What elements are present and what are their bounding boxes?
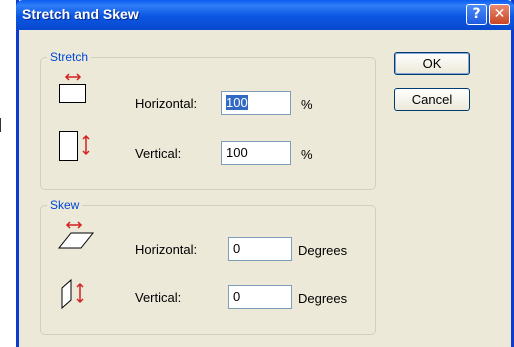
- help-icon: ?: [472, 6, 481, 22]
- stretch-vertical-icon: [59, 131, 90, 161]
- stretch-horizontal-unit: %: [301, 97, 313, 112]
- stretch-group: Stretch Horizontal: 100 % Vertical: 100: [40, 50, 376, 190]
- stretch-skew-dialog: Stretch and Skew ? ✕ Stretch Horizontal:…: [16, 0, 514, 347]
- stretch-vertical-label: Vertical:: [135, 146, 182, 161]
- dialog-client-area: Stretch Horizontal: 100 % Vertical: 100: [19, 30, 511, 347]
- title-bar[interactable]: Stretch and Skew ? ✕: [16, 0, 514, 30]
- skew-horizontal-label: Horizontal:: [135, 242, 198, 257]
- stretch-vertical-unit: %: [301, 147, 313, 162]
- stretch-horizontal-value: 100: [226, 95, 248, 110]
- stretch-vertical-input[interactable]: 100: [221, 141, 291, 165]
- dialog-title: Stretch and Skew: [22, 6, 139, 22]
- stretch-horizontal-icon: [59, 73, 86, 103]
- skew-horizontal-icon: [57, 221, 95, 249]
- stretch-vertical-value: 100: [226, 145, 248, 160]
- skew-vertical-unit: Degrees: [298, 291, 348, 306]
- background-window-edge: [0, 0, 14, 347]
- stretch-horizontal-input[interactable]: 100: [221, 91, 291, 115]
- cancel-button[interactable]: Cancel: [394, 88, 470, 111]
- skew-vertical-icon: [61, 278, 84, 310]
- skew-horizontal-unit: Degrees: [298, 243, 348, 258]
- background-bracket: [0, 118, 5, 132]
- skew-vertical-label: Vertical:: [135, 290, 182, 305]
- skew-group-label: Skew: [47, 198, 83, 212]
- close-icon: ✕: [493, 6, 506, 22]
- close-button[interactable]: ✕: [489, 4, 510, 25]
- stretch-group-label: Stretch: [47, 50, 92, 64]
- skew-horizontal-input[interactable]: 0: [228, 237, 292, 261]
- ok-button[interactable]: OK: [394, 52, 470, 75]
- stretch-horizontal-label: Horizontal:: [135, 96, 198, 111]
- skew-vertical-input[interactable]: 0: [228, 285, 292, 309]
- skew-horizontal-value: 0: [233, 241, 241, 256]
- skew-group: Skew Horizontal: 0 Degrees Vertical: 0 D…: [40, 198, 376, 335]
- help-button[interactable]: ?: [466, 4, 487, 25]
- skew-vertical-value: 0: [233, 289, 241, 304]
